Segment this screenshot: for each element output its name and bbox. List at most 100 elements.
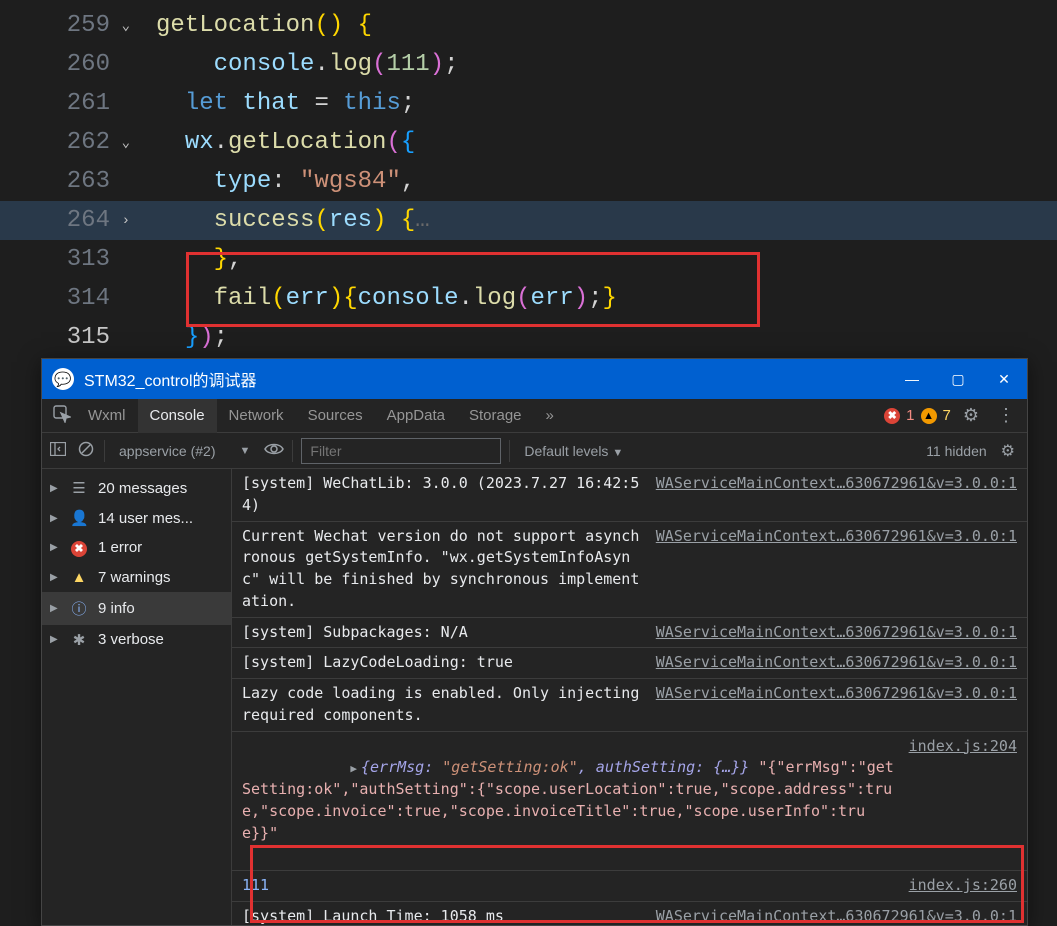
code-line-261: 261 let that = this; bbox=[0, 84, 1057, 123]
hidden-count[interactable]: 11 hidden bbox=[926, 443, 986, 459]
warning-count-badge[interactable]: ▲ bbox=[921, 408, 937, 424]
gutter-262[interactable]: 262⌄ bbox=[0, 129, 128, 156]
code[interactable]: }); bbox=[128, 324, 228, 351]
log-levels-selector[interactable]: Default levels ▼ bbox=[518, 443, 629, 459]
log-source-link[interactable]: WAServiceMainContext…630672961&v=3.0.0:1 bbox=[656, 683, 1017, 727]
code-line-263: 263 type: "wgs84", bbox=[0, 162, 1057, 201]
log-row: [system] Subpackages: N/AWAServiceMainCo… bbox=[232, 617, 1027, 648]
sidebar-item-label: 9 info bbox=[98, 600, 135, 617]
info-icon: ⓘ bbox=[70, 598, 88, 619]
sidebar-item-info[interactable]: ▶ ⓘ 9 info bbox=[42, 592, 231, 625]
chevron-down-icon: ▼ bbox=[240, 445, 251, 457]
titlebar[interactable]: 💬 STM32_control的调试器 — ▢ ✕ bbox=[42, 359, 1027, 399]
code[interactable]: }, bbox=[128, 246, 242, 273]
error-count-badge[interactable]: ✖ bbox=[884, 408, 900, 424]
close-button[interactable]: ✕ bbox=[981, 359, 1027, 399]
log-source-link[interactable]: WAServiceMainContext…630672961&v=3.0.0:1 bbox=[656, 526, 1017, 613]
log-source-link[interactable]: WAServiceMainContext…630672961&v=3.0.0:1 bbox=[656, 906, 1017, 925]
element-picker-icon[interactable] bbox=[48, 405, 76, 427]
sidebar-item-errors[interactable]: ▶ ✖ 1 error bbox=[42, 533, 231, 563]
log-source-link[interactable]: WAServiceMainContext…630672961&v=3.0.0:1 bbox=[656, 652, 1017, 674]
chevron-down-icon: ▼ bbox=[612, 447, 623, 459]
window-title: STM32_control的调试器 bbox=[84, 367, 889, 391]
verbose-icon: ✱ bbox=[70, 631, 88, 649]
log-source-link[interactable]: index.js:204 bbox=[909, 736, 1017, 867]
error-icon: ✖ bbox=[70, 539, 88, 557]
gutter-259[interactable]: 259⌄ bbox=[0, 12, 128, 39]
sidebar-item-label: 1 error bbox=[98, 539, 142, 556]
expand-icon: ▶ bbox=[50, 483, 60, 494]
tab-overflow[interactable]: » bbox=[534, 399, 566, 433]
log-source-link[interactable]: index.js:260 bbox=[909, 875, 1017, 897]
gutter-313[interactable]: 313 bbox=[0, 246, 128, 273]
log-source-link[interactable]: WAServiceMainContext…630672961&v=3.0.0:1 bbox=[656, 622, 1017, 644]
context-selector[interactable]: appservice (#2) ▼ bbox=[113, 443, 256, 459]
user-icon: 👤 bbox=[70, 509, 88, 527]
log-row: 111index.js:260 bbox=[232, 870, 1027, 901]
devtools-window: 💬 STM32_control的调试器 — ▢ ✕ Wxml Console N… bbox=[41, 358, 1028, 926]
code-line-260: 260 console.log(111); bbox=[0, 45, 1057, 84]
sidebar-item-messages[interactable]: ▶ ☰ 20 messages bbox=[42, 473, 231, 503]
sidebar-item-label: 3 verbose bbox=[98, 631, 164, 648]
gutter-315[interactable]: 315 bbox=[0, 324, 128, 351]
sidebar-item-label: 7 warnings bbox=[98, 569, 171, 586]
code[interactable]: fail(err){console.log(err);} bbox=[128, 285, 617, 312]
code[interactable]: let that = this; bbox=[128, 90, 415, 117]
console-filterbar: appservice (#2) ▼ Default levels ▼ 11 hi… bbox=[42, 433, 1027, 469]
settings-icon[interactable]: ⚙ bbox=[957, 405, 985, 426]
code-line-315: 315 }); bbox=[0, 318, 1057, 357]
expand-icon: ▶ bbox=[50, 542, 60, 553]
fold-expand-icon[interactable]: › bbox=[122, 213, 130, 229]
sidebar-item-warnings[interactable]: ▶ ▲ 7 warnings bbox=[42, 563, 231, 592]
expand-icon: ▶ bbox=[50, 634, 60, 645]
filter-input[interactable] bbox=[301, 438, 501, 464]
maximize-button[interactable]: ▢ bbox=[935, 359, 981, 399]
code[interactable]: type: "wgs84", bbox=[128, 168, 415, 195]
code[interactable]: getLocation() { bbox=[128, 12, 372, 39]
log-row: [system] WeChatLib: 3.0.0 (2023.7.27 16:… bbox=[232, 469, 1027, 521]
expand-icon[interactable]: ▶ bbox=[350, 762, 361, 775]
gutter-264[interactable]: 264› bbox=[0, 207, 128, 234]
gutter-263[interactable]: 263 bbox=[0, 168, 128, 195]
error-count: 1 bbox=[906, 407, 914, 424]
code[interactable]: success(res) {… bbox=[128, 207, 430, 234]
code-line-264: 264› success(res) {… bbox=[0, 201, 1057, 240]
code-editor: 259⌄ getLocation() { 260 console.log(111… bbox=[0, 0, 1057, 357]
code-line-259: 259⌄ getLocation() { bbox=[0, 6, 1057, 45]
sidebar-item-verbose[interactable]: ▶ ✱ 3 verbose bbox=[42, 625, 231, 655]
gutter-261[interactable]: 261 bbox=[0, 90, 128, 117]
app-icon: 💬 bbox=[52, 368, 74, 390]
clear-console-icon[interactable] bbox=[76, 441, 96, 460]
sidebar-item-label: 20 messages bbox=[98, 480, 187, 497]
fold-icon[interactable]: ⌄ bbox=[122, 17, 130, 34]
toggle-sidebar-icon[interactable] bbox=[48, 442, 68, 459]
log-row: ▶{errMsg: "getSetting:ok", authSetting: … bbox=[232, 731, 1027, 871]
tab-wxml[interactable]: Wxml bbox=[76, 399, 138, 433]
warning-icon: ▲ bbox=[70, 569, 88, 586]
log-source-link[interactable]: WAServiceMainContext…630672961&v=3.0.0:1 bbox=[656, 473, 1017, 517]
minimize-button[interactable]: — bbox=[889, 359, 935, 399]
log-row: Lazy code loading is enabled. Only injec… bbox=[232, 678, 1027, 731]
gutter-260[interactable]: 260 bbox=[0, 51, 128, 78]
tab-sources[interactable]: Sources bbox=[296, 399, 375, 433]
gutter-314[interactable]: 314 bbox=[0, 285, 128, 312]
fold-icon[interactable]: ⌄ bbox=[122, 134, 130, 151]
live-expression-icon[interactable] bbox=[264, 442, 284, 459]
sidebar-item-label: 14 user mes... bbox=[98, 510, 193, 527]
tab-network[interactable]: Network bbox=[217, 399, 296, 433]
code[interactable]: console.log(111); bbox=[128, 51, 459, 78]
warning-count: 7 bbox=[943, 407, 951, 424]
kebab-menu-icon[interactable]: ⋮ bbox=[991, 405, 1021, 426]
console-log-area[interactable]: [system] WeChatLib: 3.0.0 (2023.7.27 16:… bbox=[232, 469, 1027, 925]
console-settings-icon[interactable]: ⚙ bbox=[995, 441, 1021, 461]
console-sidebar: ▶ ☰ 20 messages ▶ 👤 14 user mes... ▶ ✖ 1… bbox=[42, 469, 232, 925]
expand-icon: ▶ bbox=[50, 572, 60, 583]
tab-console[interactable]: Console bbox=[138, 399, 217, 433]
log-row: Current Wechat version do not support as… bbox=[232, 521, 1027, 617]
tab-appdata[interactable]: AppData bbox=[375, 399, 457, 433]
list-icon: ☰ bbox=[70, 479, 88, 497]
code[interactable]: wx.getLocation({ bbox=[128, 129, 415, 156]
tab-storage[interactable]: Storage bbox=[457, 399, 534, 433]
log-row: [system] Launch Time: 1058 msWAServiceMa… bbox=[232, 901, 1027, 925]
sidebar-item-user[interactable]: ▶ 👤 14 user mes... bbox=[42, 503, 231, 533]
